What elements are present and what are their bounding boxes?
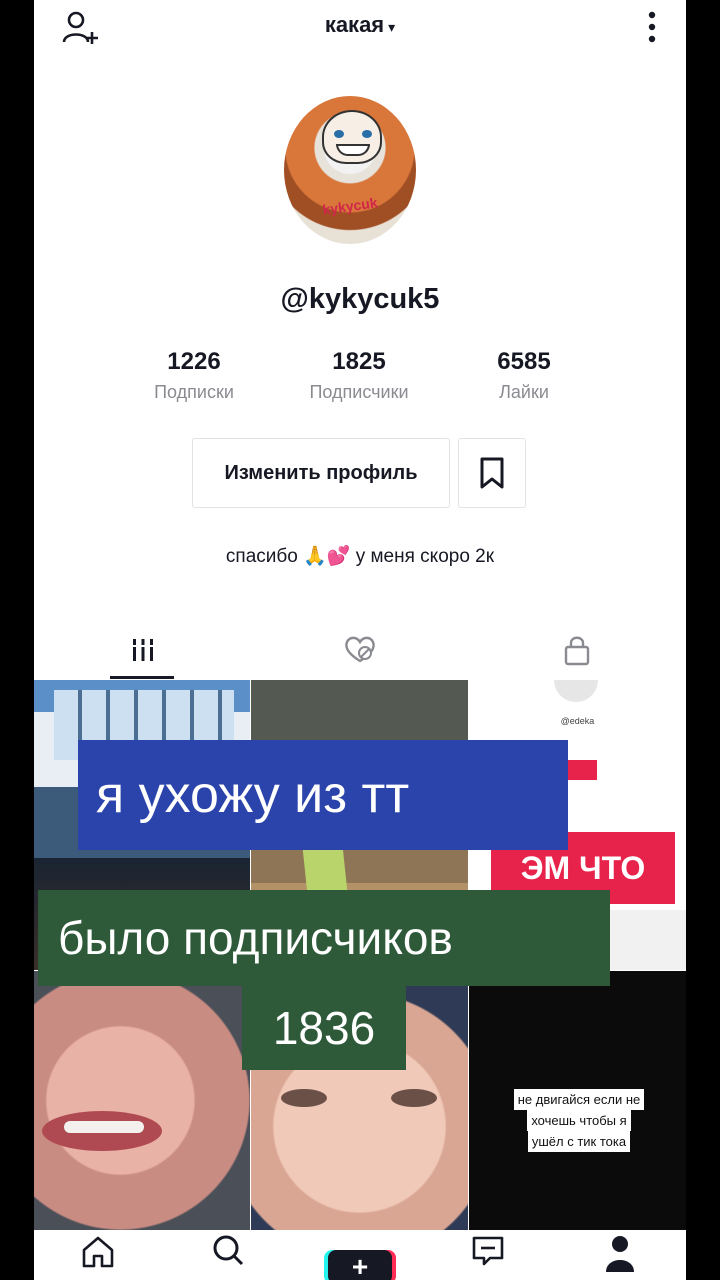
- stat-label: Подписчики: [309, 382, 409, 402]
- tab-videos[interactable]: [34, 622, 251, 678]
- stat-following[interactable]: 1226 Подписки: [114, 348, 274, 403]
- tab-liked[interactable]: [251, 622, 468, 678]
- avatar-face: [322, 110, 382, 164]
- edit-profile-button[interactable]: Изменить профиль: [192, 438, 450, 508]
- liked-hidden-icon: [344, 636, 375, 663]
- left-letterbox: [0, 0, 34, 1280]
- create-button[interactable]: +: [328, 1250, 392, 1280]
- favorites-button[interactable]: [458, 438, 526, 508]
- thumbnail-eye: [391, 1089, 437, 1107]
- profile-icon[interactable]: [600, 1232, 640, 1272]
- lock-icon: [564, 636, 589, 666]
- avatar-mouth: [336, 144, 370, 156]
- home-icon[interactable]: [78, 1232, 118, 1272]
- thumbnail-note: не двигайся если не хочешь чтобы я ушёл …: [481, 1089, 677, 1152]
- stat-likes[interactable]: 6585 Лайки: [444, 348, 604, 403]
- overlay-caption: я ухожу из тт: [78, 740, 568, 850]
- stat-value: 1226: [167, 348, 221, 375]
- note-line: ушёл с тик тока: [527, 1131, 631, 1152]
- active-tab-indicator: [110, 676, 174, 679]
- inbox-icon[interactable]: [468, 1232, 508, 1272]
- overlay-caption: 1836: [242, 986, 406, 1070]
- note-line: хочешь чтобы я: [527, 1110, 631, 1131]
- profile-screen: какая ▾ kykycuk @kykycuk5 1226 Подписки 1…: [34, 0, 686, 1280]
- stat-followers[interactable]: 1825 Подписчики: [279, 348, 439, 403]
- mini-avatar: [554, 680, 598, 702]
- thumbnail-teeth: [64, 1121, 144, 1133]
- avatar-eye: [334, 130, 344, 138]
- avatar-eye: [362, 130, 372, 138]
- bio: спасибо 🙏💕 у меня скоро 2к: [225, 546, 495, 567]
- video-thumbnail[interactable]: не двигайся если не хочешь чтобы я ушёл …: [469, 971, 686, 1230]
- profile-tabs: [34, 622, 686, 679]
- stat-label: Подписки: [154, 382, 234, 402]
- account-switcher[interactable]: какая ▾: [34, 12, 686, 38]
- avatar[interactable]: kykycuk: [284, 96, 416, 244]
- bottom-nav: +: [34, 1230, 686, 1280]
- mini-username: @edeka: [560, 716, 595, 726]
- thumbnail-eye: [281, 1089, 327, 1107]
- chevron-down-icon: ▾: [388, 19, 396, 35]
- bookmark-icon: [480, 457, 504, 489]
- stat-value: 6585: [497, 348, 551, 375]
- tab-private[interactable]: [468, 622, 685, 678]
- video-thumbnail[interactable]: [34, 971, 250, 1230]
- avatar-tag: kykycuk: [321, 194, 379, 218]
- account-name: какая: [324, 12, 385, 37]
- note-line: не двигайся если не: [513, 1089, 645, 1110]
- right-letterbox: [686, 0, 720, 1280]
- overlay-caption: было подписчиков: [38, 890, 610, 986]
- grid-icon: [132, 639, 153, 661]
- stat-value: 1825: [332, 348, 386, 375]
- username: @kykycuk5: [280, 283, 440, 315]
- search-icon[interactable]: [208, 1232, 248, 1272]
- stat-label: Лайки: [499, 382, 549, 402]
- more-options-icon[interactable]: [646, 10, 658, 44]
